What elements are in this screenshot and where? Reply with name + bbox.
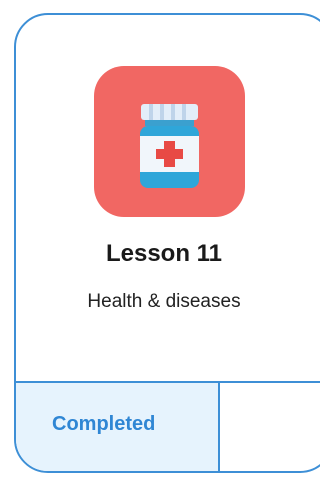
lesson-icon-tile	[94, 66, 245, 217]
medicine-bottle-icon	[140, 104, 199, 188]
lesson-subtitle: Health & diseases	[87, 291, 241, 312]
status-badge: Completed	[16, 383, 220, 471]
lesson-card[interactable]: Lesson 11 Health & diseases Completed	[14, 13, 320, 473]
status-label: Completed	[52, 412, 156, 435]
lesson-title: Lesson 11	[105, 240, 223, 267]
